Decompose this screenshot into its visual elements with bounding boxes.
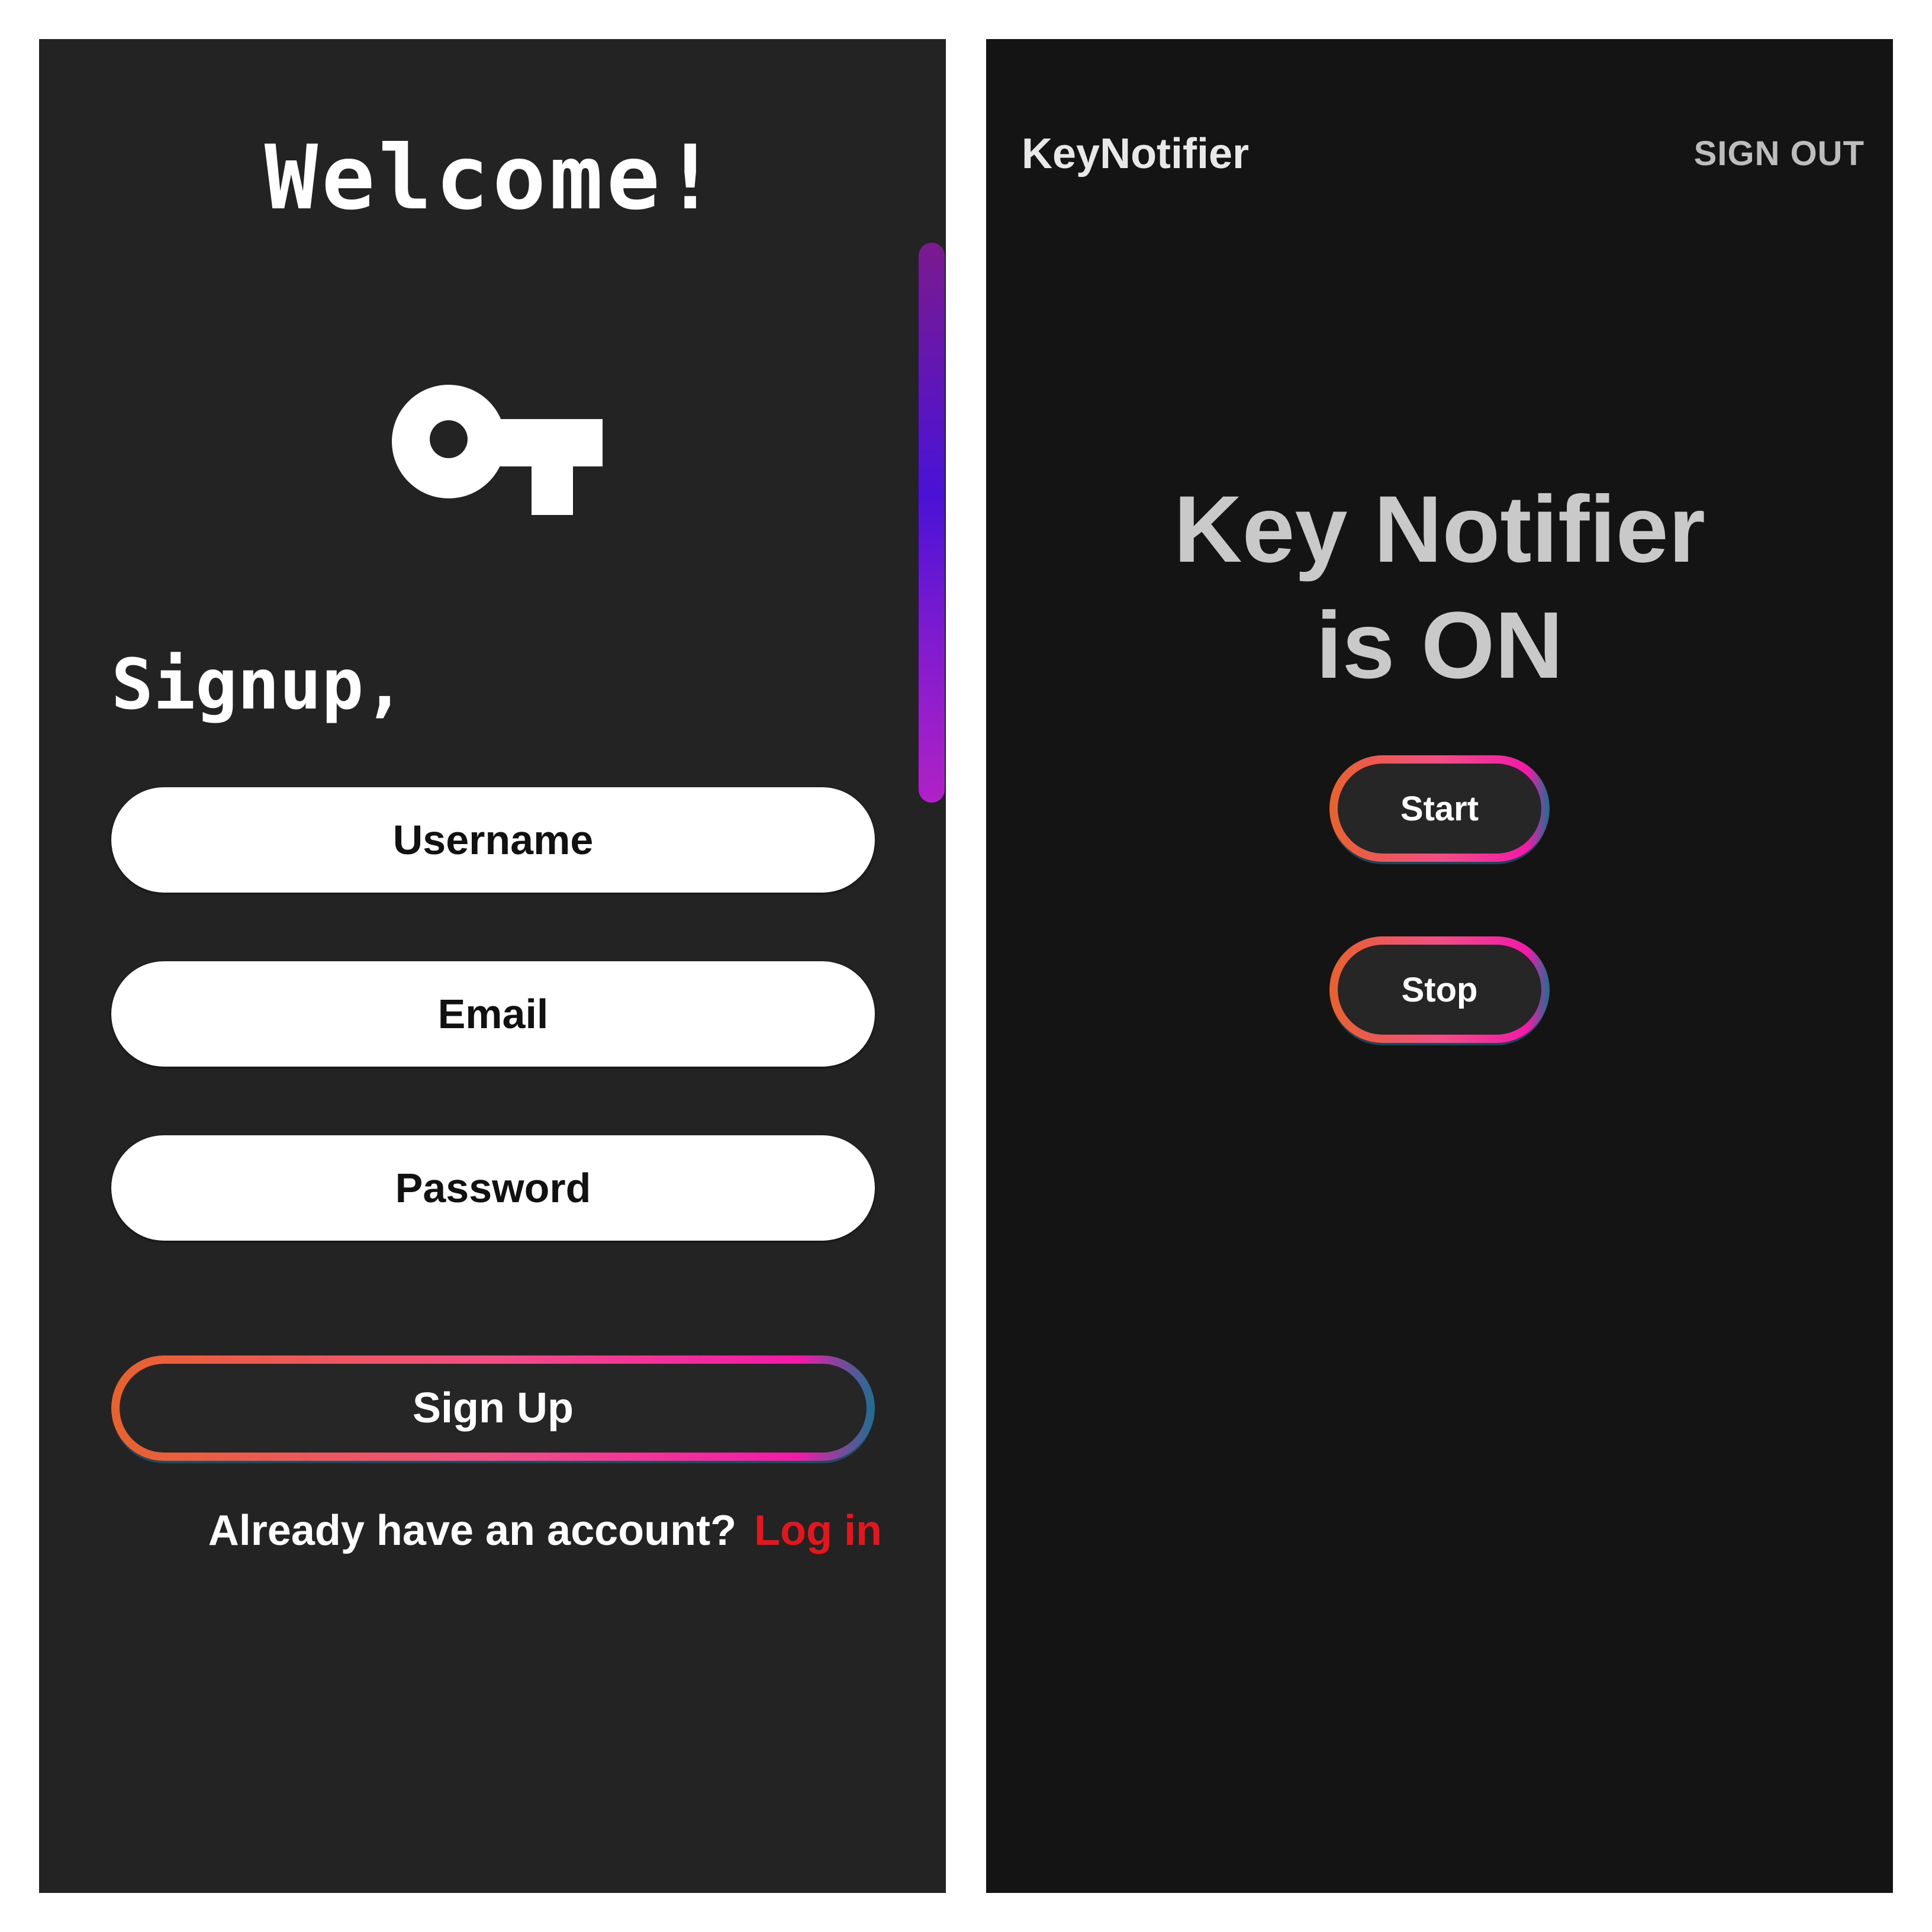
status-text: Key Notifier is ON: [986, 471, 1893, 703]
start-button-label: Start: [1400, 789, 1479, 828]
login-link[interactable]: Log in: [754, 1507, 882, 1554]
login-prompt-line: Already have an account? Log in: [39, 1502, 882, 1559]
signup-heading: Signup,: [111, 643, 406, 725]
password-placeholder: Password: [395, 1165, 591, 1211]
signout-button[interactable]: SIGN OUT: [1694, 130, 1865, 178]
scrollbar[interactable]: [919, 243, 945, 803]
username-field[interactable]: Username: [111, 787, 875, 893]
signup-button[interactable]: Sign Up: [111, 1355, 875, 1461]
status-line-1: Key Notifier: [1174, 476, 1705, 582]
status-line-2: is ON: [1316, 592, 1563, 698]
email-field[interactable]: Email: [111, 961, 875, 1067]
email-placeholder: Email: [437, 991, 549, 1037]
app-title: KeyNotifier: [1022, 130, 1250, 178]
key-icon: [392, 385, 603, 515]
username-placeholder: Username: [392, 817, 594, 863]
signup-screen: Welcome! Signup, Username Email Password…: [39, 39, 946, 1893]
password-field[interactable]: Password: [111, 1135, 875, 1241]
start-button[interactable]: Start: [1329, 755, 1550, 862]
home-screen: KeyNotifier SIGN OUT Key Notifier is ON …: [986, 39, 1893, 1893]
stop-button[interactable]: Stop: [1329, 936, 1550, 1043]
welcome-title: Welcome!: [264, 127, 721, 230]
signup-button-label: Sign Up: [413, 1384, 574, 1432]
login-prompt: Already have an account?: [208, 1507, 737, 1554]
stop-button-label: Stop: [1401, 970, 1478, 1009]
